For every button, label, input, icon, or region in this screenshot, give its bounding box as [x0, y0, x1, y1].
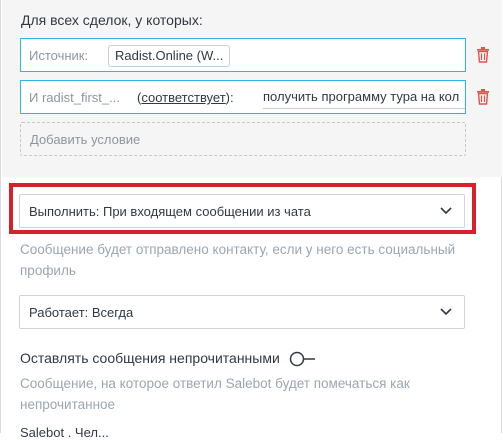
schedule-select-value: Работает: Всегда — [29, 305, 134, 320]
chevron-down-icon — [440, 308, 452, 316]
trigger-settings-panel: Для всех сделок, у которых: Источник: Ra… — [0, 0, 502, 440]
condition-variable-label: И radist_first_... — [29, 90, 120, 105]
condition-label: Источник: — [29, 48, 89, 63]
execute-hint: Сообщение будет отправлено контакту, есл… — [20, 242, 456, 278]
condition-operator-link[interactable]: соответствует — [141, 90, 225, 105]
condition-row-variable[interactable]: И radist_first_... (соответствует): полу… — [20, 80, 466, 114]
unread-hint: Сообщение, на которое ответил Salebot бу… — [20, 376, 410, 412]
condition-operator[interactable]: (соответствует): — [137, 90, 234, 105]
execute-select-value: Выполнить: При входящем сообщении из чат… — [29, 204, 311, 219]
conditions-section: Для всех сделок, у которых: Источник: Ra… — [2, 0, 502, 177]
execute-select[interactable]: Выполнить: При входящем сообщении из чат… — [19, 194, 465, 228]
schedule-select[interactable]: Работает: Всегда — [19, 295, 465, 329]
condition-value-input[interactable]: получить программу тура на кол — [263, 86, 465, 109]
trash-icon[interactable] — [476, 89, 490, 105]
conditions-heading: Для всех сделок, у которых: — [21, 12, 203, 28]
condition-row-source[interactable]: Источник: Radist.Online (W... — [20, 38, 466, 72]
condition-value-tag[interactable]: Radist.Online (W... — [108, 45, 231, 67]
unread-toggle-label: Оставлять сообщения непрочитанными — [20, 350, 280, 366]
unread-toggle[interactable] — [288, 350, 316, 368]
add-condition-button[interactable]: Добавить условие — [20, 122, 466, 156]
trash-icon[interactable] — [476, 47, 490, 63]
chevron-down-icon — [440, 207, 452, 215]
